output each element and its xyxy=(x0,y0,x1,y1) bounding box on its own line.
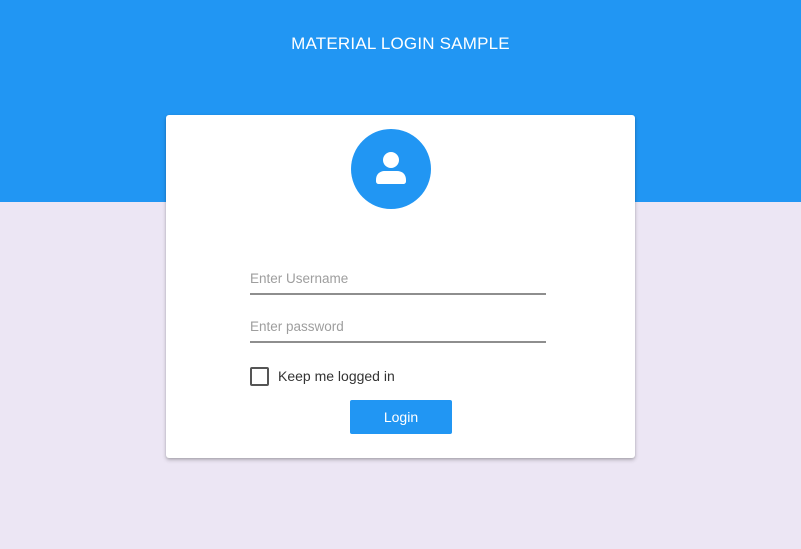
password-input[interactable] xyxy=(250,313,546,339)
remember-me-checkbox[interactable] xyxy=(250,366,269,386)
login-button[interactable]: Login xyxy=(350,400,452,434)
remember-me[interactable]: Keep me logged in xyxy=(250,366,395,386)
username-input[interactable] xyxy=(250,265,546,291)
app-title: MATERIAL LOGIN SAMPLE xyxy=(291,34,510,53)
remember-me-label: Keep me logged in xyxy=(278,368,395,384)
user-icon xyxy=(376,152,406,184)
avatar xyxy=(351,129,431,209)
login-card: Keep me logged in Login xyxy=(166,115,635,458)
username-field xyxy=(250,265,546,295)
password-field xyxy=(250,313,546,343)
